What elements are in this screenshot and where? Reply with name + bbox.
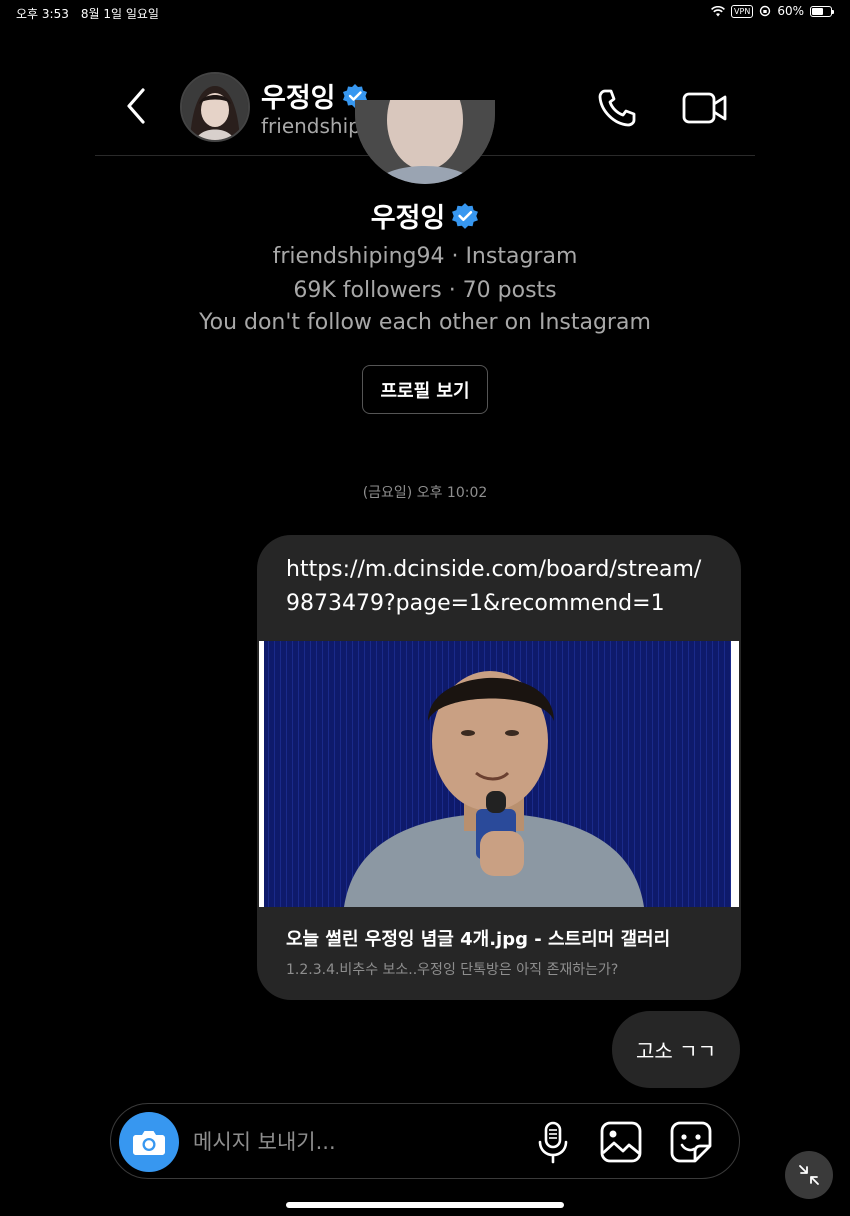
wifi-icon: [711, 5, 726, 16]
message-composer: [110, 1103, 740, 1179]
avatar-image: [182, 74, 248, 140]
header-username: 우정잉: [261, 83, 336, 114]
profile-handle-line: friendshiping94 · Instagram: [272, 244, 578, 269]
battery-percentage: 60%: [777, 4, 804, 18]
voice-message-button[interactable]: [536, 1120, 570, 1164]
message-input[interactable]: [193, 1122, 513, 1162]
profile-name: 우정잉: [370, 203, 446, 234]
profile-relation-line: You don't follow each other on Instagram: [199, 310, 651, 335]
battery-fill: [812, 7, 823, 15]
vpn-badge: VPN: [731, 4, 754, 18]
link-preview-image[interactable]: [259, 641, 739, 907]
avatar[interactable]: [180, 72, 250, 142]
camera-icon: [133, 1131, 165, 1155]
camera-button[interactable]: [119, 1112, 179, 1172]
battery-icon: [810, 5, 834, 17]
link-message-bubble[interactable]: https://m.dcinside.com/board/stream/ 987…: [257, 535, 741, 1000]
link-preview-description: 1.2.3.4.비추수 보소..우정잉 단톡방은 아직 존재하는가?: [286, 962, 619, 978]
link-url-line-2: 9873479?page=1&recommend=1: [286, 591, 665, 616]
text-message: 고소 ㄱㄱ: [636, 1039, 716, 1063]
view-profile-button[interactable]: 프로필 보기: [362, 365, 488, 414]
status-date: 8월 1일 일요일: [80, 7, 159, 21]
link-url[interactable]: https://m.dcinside.com/board/stream/ 987…: [286, 553, 726, 621]
status-time: 오후 3:53: [16, 7, 69, 21]
text-message-bubble[interactable]: 고소 ㄱㄱ: [612, 1011, 740, 1088]
back-button[interactable]: [117, 84, 157, 128]
back-chevron-icon: [127, 88, 145, 124]
microphone-icon: [538, 1121, 568, 1164]
phone-icon: [598, 89, 636, 127]
home-indicator[interactable]: [286, 1202, 564, 1208]
link-preview-title[interactable]: 오늘 썰린 우정잉 념글 4개.jpg - 스트리머 갤러리: [286, 925, 670, 951]
video-call-button[interactable]: [681, 86, 729, 130]
profile-summary: 우정잉 friendshiping94 · Instagram 69K foll…: [0, 196, 850, 337]
collapse-arrows-icon: [799, 1165, 819, 1185]
message-timestamp: (금요일) 오후 10:02: [362, 485, 488, 501]
sticker-icon: [670, 1121, 712, 1163]
minimize-button[interactable]: [785, 1151, 833, 1199]
status-bar: 오후 3:53 8월 1일 일요일 VPN 60%: [0, 0, 850, 26]
link-url-line-1: https://m.dcinside.com/board/stream/: [286, 557, 702, 582]
orientation-lock-icon: [760, 5, 771, 17]
voice-call-button[interactable]: [595, 86, 639, 130]
profile-picture: [355, 100, 495, 184]
profile-stats-line: 69K followers · 70 posts: [293, 278, 557, 303]
verified-badge-icon: [452, 202, 479, 229]
sticker-button[interactable]: [669, 1120, 713, 1164]
image-icon: [600, 1121, 642, 1163]
preview-photo: [264, 641, 731, 907]
video-camera-icon: [682, 92, 727, 124]
gallery-button[interactable]: [599, 1120, 643, 1164]
